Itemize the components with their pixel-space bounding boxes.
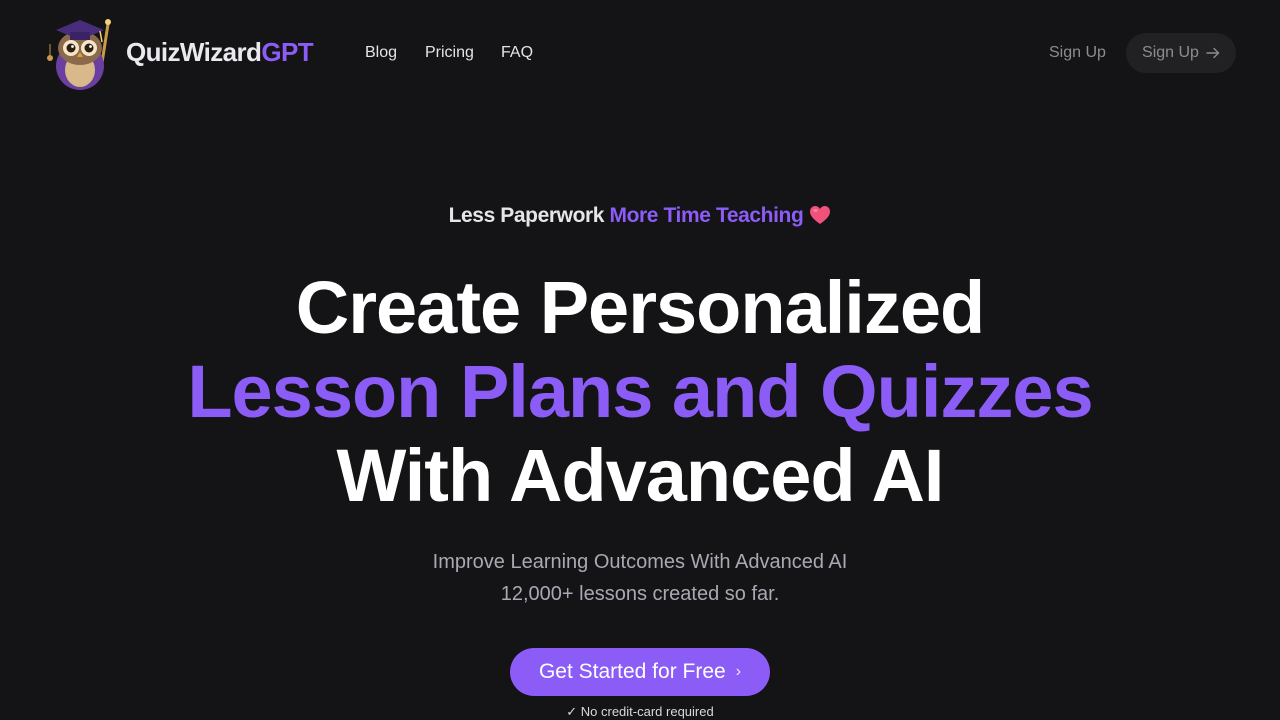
sign-up-button-label: Sign Up	[1142, 44, 1199, 61]
nav-link-pricing[interactable]: Pricing	[425, 43, 474, 63]
tagline-part1: Less Paperwork	[448, 204, 605, 227]
headline-line2: Lesson Plans and Quizzes	[187, 350, 1093, 433]
headline-line3: With Advanced AI	[336, 434, 945, 517]
hero-subtitle: Improve Learning Outcomes With Advanced …	[432, 551, 848, 573]
site-header: QuizWizardGPT Blog Pricing FAQ Sign Up S…	[0, 0, 1280, 106]
owl-wizard-mascot-icon[interactable]	[42, 14, 118, 92]
heart-icon	[810, 206, 831, 224]
sign-up-link[interactable]: Sign Up	[1049, 43, 1106, 63]
headline-line1: Create Personalized	[295, 266, 985, 349]
tagline-part2: More Time Teaching	[609, 204, 804, 227]
no-credit-card-note: ✓ No credit-card required	[566, 704, 714, 719]
arrow-right-icon	[1206, 47, 1220, 59]
nav-link-faq[interactable]: FAQ	[501, 43, 533, 63]
nav-link-blog[interactable]: Blog	[365, 43, 397, 63]
brand-name-part2: GPT	[261, 37, 313, 67]
get-started-label: Get Started for Free	[538, 660, 726, 683]
get-started-button[interactable]: Get Started for Free ›	[510, 648, 770, 696]
hero-tagline: Less Paperwork More Time Teaching	[0, 203, 1280, 229]
sign-up-button[interactable]: Sign Up	[1126, 33, 1236, 73]
landing-page: QuizWizardGPT Blog Pricing FAQ Sign Up S…	[0, 0, 1280, 720]
brand-name-part1: QuizWizard	[126, 37, 262, 67]
lessons-count: 12,000+ lessons created so far.	[500, 583, 780, 605]
chevron-right-icon: ›	[735, 663, 742, 680]
brand-wordmark[interactable]: QuizWizardGPT	[126, 36, 314, 68]
